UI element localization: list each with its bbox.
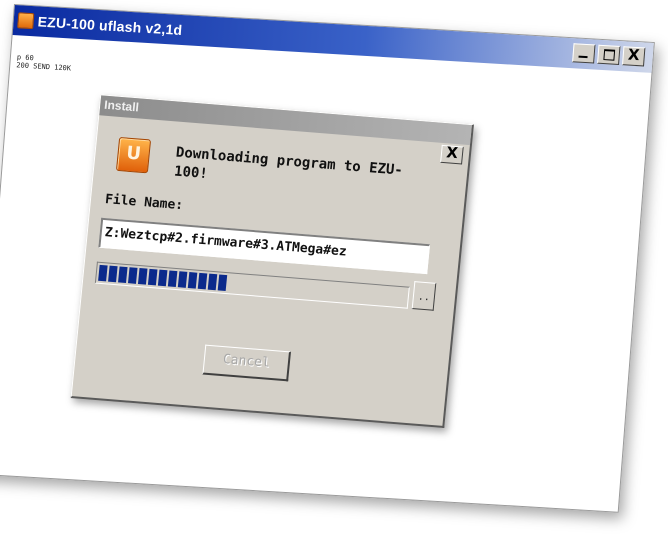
app-icon bbox=[17, 12, 35, 30]
progress-segment bbox=[187, 272, 198, 289]
progress-segment bbox=[118, 266, 128, 284]
progress-segment bbox=[108, 265, 118, 283]
window-controls: X bbox=[572, 43, 646, 67]
close-icon: X bbox=[627, 45, 641, 65]
close-icon: X bbox=[445, 143, 459, 163]
progress-segment bbox=[177, 271, 188, 288]
progress-segment bbox=[137, 268, 148, 285]
progress-segment bbox=[197, 272, 208, 290]
minimize-icon[interactable] bbox=[572, 43, 596, 64]
progress-segment bbox=[217, 274, 228, 292]
progress-segment bbox=[167, 270, 178, 288]
close-button[interactable]: X bbox=[622, 45, 646, 67]
window-titlebar[interactable]: EZU-100 uflash v2,1d X bbox=[12, 5, 654, 73]
dialog-titlebar[interactable]: Install bbox=[99, 95, 472, 146]
maximize-icon[interactable] bbox=[597, 44, 621, 65]
installer-icon bbox=[115, 136, 152, 174]
dialog-close-button[interactable]: X bbox=[440, 143, 464, 165]
cancel-button[interactable]: Cancel bbox=[202, 344, 292, 382]
screenshot-stage: EZU-100 uflash v2,1d X p 60 200 SEND 120… bbox=[0, 0, 668, 552]
main-window: EZU-100 uflash v2,1d X p 60 200 SEND 120… bbox=[0, 4, 655, 513]
window-title: EZU-100 uflash v2,1d bbox=[37, 13, 183, 39]
progress-segment bbox=[207, 273, 218, 291]
dialog-title: Install bbox=[103, 97, 140, 115]
file-name-label: File Name: bbox=[104, 192, 184, 214]
install-dialog: Install X Downloading program to EZU-100… bbox=[70, 94, 474, 429]
progress-segment bbox=[157, 269, 168, 287]
progress-fill bbox=[98, 264, 228, 292]
progress-segment bbox=[98, 264, 108, 282]
download-message: Downloading program to EZU-100! bbox=[173, 144, 404, 183]
progress-segment bbox=[127, 267, 138, 284]
browse-button[interactable]: .. bbox=[411, 281, 437, 311]
progress-segment bbox=[147, 268, 158, 286]
log-output: p 60 200 SEND 120K bbox=[16, 53, 72, 72]
